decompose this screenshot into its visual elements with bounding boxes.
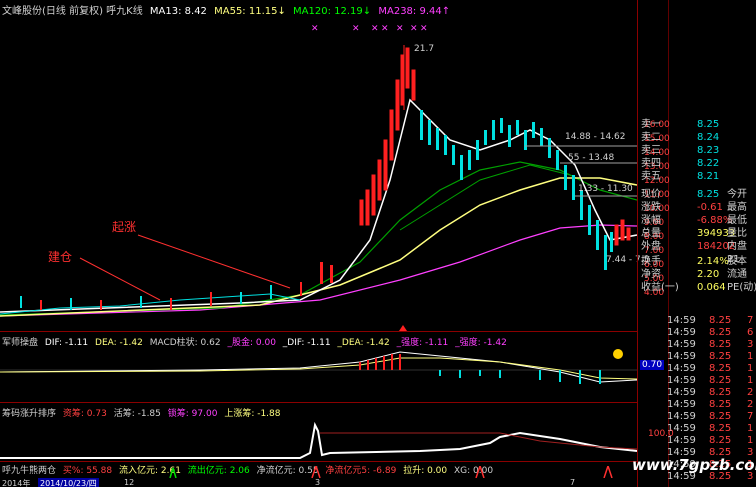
info-row: 总量 394933 量比	[641, 228, 747, 239]
tick-row: 14:59 8.25 7	[667, 411, 754, 422]
tick-row: 14:59 8.25 2	[667, 387, 754, 398]
quote-panel: 卖一 8.25 卖二 8.24 卖三 8.23 卖四 8.22 卖五 8.21 现价 8.2…	[637, 118, 756, 318]
level-label-2: 55 - 13.48	[568, 153, 615, 163]
svg-text:✕: ✕	[352, 24, 360, 34]
main-chart[interactable]: 文峰股份(日线 前复权) 呼九K线 MA13: 8.42 MA55: 11.15…	[0, 0, 649, 331]
tick-row: 14:59 8.25 6	[667, 327, 754, 338]
date-tick: 7	[570, 478, 576, 487]
bullbear-spikes	[169, 466, 613, 478]
info-row: 现价 8.25 今开	[641, 189, 747, 200]
ma55-line	[0, 177, 637, 317]
sell-row[interactable]: 卖一 8.25	[637, 118, 756, 131]
tick-row: 14:59 8.25 2	[667, 399, 754, 410]
chip-value: 100.0	[648, 429, 674, 439]
info-row: 换手 2.14% 股本	[641, 256, 747, 267]
signal-dot	[613, 349, 623, 359]
level-label-1: 14.88 - 14.62	[565, 132, 626, 142]
svg-text:✕: ✕	[420, 24, 428, 34]
sell-row[interactable]: 卖二 8.24	[637, 131, 756, 144]
svg-text:✕: ✕	[396, 24, 404, 34]
tick-row: 14:59 8.25 1	[667, 375, 754, 386]
jiancang-arrow	[79, 257, 161, 301]
info-row: 外盘 184202 内盘 21	[641, 241, 747, 265]
date-selected: 2014/10/23/四	[38, 478, 99, 487]
tick-row: 14:59 8.25 7	[667, 315, 754, 326]
tick-row: 14:59 8.25 3	[667, 339, 754, 350]
qizhang-label: 起涨	[112, 220, 137, 234]
date-axis: 2014年 2014/10/23/四 12 3 7	[0, 478, 637, 487]
qizhang-arrow	[137, 234, 291, 289]
top-markers: ✕ ✕ ✕ ✕ ✕ ✕ ✕	[311, 24, 428, 34]
info-row: 收益(一) 0.064 PE(动)	[641, 282, 756, 293]
date-tick: 3	[315, 478, 321, 487]
trend-line	[399, 164, 571, 231]
svg-text:✕: ✕	[381, 24, 389, 34]
date-year: 2014年	[2, 479, 31, 487]
macd-value-badge: 0.70	[640, 360, 665, 370]
ma120-line	[0, 161, 637, 316]
macd-chart	[0, 349, 637, 384]
chip-chart	[0, 421, 637, 459]
jiancang-label: 建仓	[48, 250, 73, 264]
chip-panel[interactable]: 筹码涨升排序 资筹: 0.73 活筹: -1.85 锁筹: 97.00 上涨筹:…	[0, 403, 674, 461]
watermark: www.7gpzb.com	[632, 456, 756, 474]
sell-row[interactable]: 卖五 8.21	[637, 170, 756, 183]
sell-row[interactable]: 卖四 8.22	[637, 157, 756, 170]
sell-row[interactable]: 卖三 8.23	[637, 144, 756, 157]
svg-text:✕: ✕	[371, 24, 379, 34]
svg-text:✕: ✕	[410, 24, 418, 34]
candle-chart: ✕ ✕ ✕ ✕ ✕ ✕ ✕	[0, 24, 637, 331]
info-row: 涨幅 -6.88% 最低	[641, 215, 747, 226]
info-row: 净资 2.20 流通	[641, 269, 747, 280]
svg-text:✕: ✕	[311, 24, 319, 34]
high-label: 21.7	[414, 44, 435, 54]
info-row: 涨跌 -0.61 最高	[641, 202, 747, 213]
ma238-line	[0, 224, 637, 317]
date-tick: 12	[124, 478, 135, 487]
level-label-3: 1.33 - 11.30	[578, 184, 633, 194]
macd-panel[interactable]: 军师操盘 DIF: -1.11 DEA: -1.42 MACD柱状: 0.62 …	[0, 332, 665, 402]
